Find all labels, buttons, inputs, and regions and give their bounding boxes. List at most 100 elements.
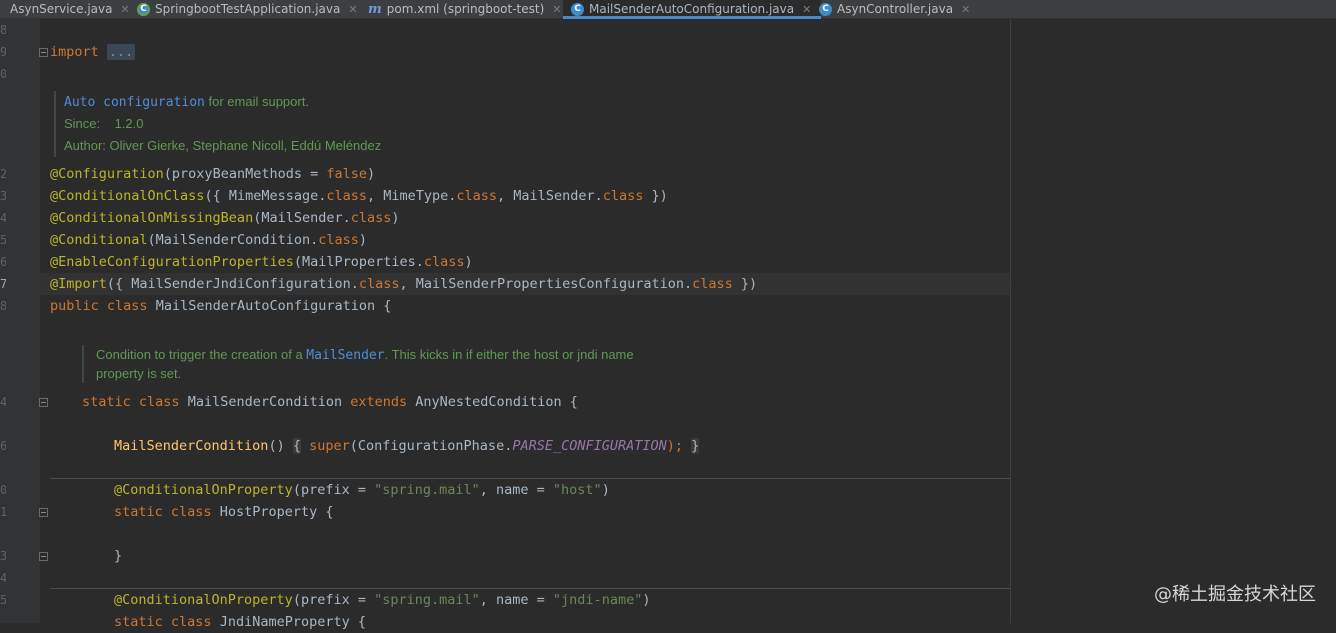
close-icon[interactable]: ✕ <box>552 3 561 16</box>
code-line-current[interactable]: @Import({ MailSenderJndiConfiguration.cl… <box>50 273 757 295</box>
keyword: class <box>138 394 180 410</box>
keyword: class <box>602 188 644 204</box>
maven-icon: m <box>368 1 382 17</box>
constant: PARSE_CONFIGURATION <box>512 438 667 454</box>
code-line[interactable]: @Configuration(proxyBeanMethods = false) <box>50 163 375 185</box>
folded-imports[interactable]: ... <box>106 44 136 60</box>
tab-label: MailSenderAutoConfiguration.java <box>589 2 795 16</box>
code-text: () <box>268 438 285 454</box>
javadoc-rendered: Auto configuration for email support. Si… <box>54 91 381 157</box>
fold-toggle-icon[interactable] <box>39 48 48 57</box>
annotation: @ConditionalOnProperty <box>114 482 293 498</box>
keyword: extends <box>350 394 408 410</box>
code-line[interactable]: @ConditionalOnProperty(prefix = "spring.… <box>114 479 610 501</box>
code-text: (MailSender. <box>253 210 351 226</box>
keyword: class <box>326 188 367 204</box>
line-number: 3 <box>0 549 6 563</box>
code-line[interactable]: @ConditionalOnClass({ MimeMessage.class,… <box>50 185 668 207</box>
tab-pom-xml[interactable]: m pom.xml (springboot-test) ✕ <box>368 0 562 18</box>
string-literal: "jndi-name" <box>552 592 643 608</box>
watermark: @稀土掘金技术社区 <box>1154 584 1316 605</box>
code-text: ); <box>666 438 684 454</box>
line-number: 0 <box>0 67 6 81</box>
code-line[interactable]: @Conditional(MailSenderCondition.class) <box>50 229 367 251</box>
close-icon[interactable]: ✕ <box>120 3 129 16</box>
doc-code: Auto configuration <box>64 95 205 110</box>
keyword: class <box>350 210 392 226</box>
tab-mailsenderautoconfiguration[interactable]: C MailSenderAutoConfiguration.java ✕ <box>563 0 822 19</box>
code-line[interactable]: static class HostProperty { <box>114 501 333 523</box>
line-number: 3 <box>0 189 6 203</box>
code-line[interactable]: } <box>114 545 122 567</box>
code-text: } <box>114 548 123 564</box>
line-number-current: 7 <box>0 277 6 291</box>
code-text: JndiNameProperty { <box>211 614 366 630</box>
code-line[interactable]: static class JndiNameProperty { <box>114 611 366 633</box>
code-text: ) <box>642 592 651 608</box>
annotation: @ConditionalOnClass <box>50 188 205 204</box>
tab-label: SpringbootTestApplication.java <box>155 2 341 16</box>
code-line-import[interactable]: import ... <box>50 41 136 63</box>
javadoc-rendered: Condition to trigger the creation of a M… <box>82 345 634 383</box>
line-number: 6 <box>0 439 6 453</box>
code-line[interactable]: public class MailSenderAutoConfiguration… <box>50 295 391 317</box>
editor-gutter[interactable] <box>0 19 40 623</box>
brace: } <box>691 438 700 454</box>
tab-label: AsynService.java <box>10 2 113 16</box>
keyword: static <box>82 394 131 410</box>
code-text: (MailSenderCondition. <box>147 232 319 248</box>
code-line[interactable]: static class MailSenderCondition extends… <box>82 391 578 413</box>
code-text: ) <box>367 166 376 182</box>
annotation: @Import <box>50 276 107 292</box>
fold-toggle-icon[interactable] <box>39 508 48 517</box>
tab-asynservice[interactable]: AsynService.java ✕ <box>2 0 130 18</box>
line-number: 8 <box>0 23 6 37</box>
tab-label: pom.xml (springboot-test) <box>386 2 545 16</box>
code-text: , MailSender. <box>497 188 603 204</box>
close-icon[interactable]: ✕ <box>961 3 970 16</box>
keyword: false <box>326 166 367 182</box>
code-text: , MailSenderPropertiesConfiguration. <box>399 276 693 292</box>
close-icon[interactable]: ✕ <box>348 3 357 16</box>
code-text: , name = <box>479 482 553 498</box>
doc-text: Condition to trigger the creation of a <box>96 347 307 362</box>
string-literal: "spring.mail" <box>374 592 480 608</box>
line-number: 5 <box>0 593 6 607</box>
fold-toggle-icon[interactable] <box>39 552 48 561</box>
code-line[interactable]: @EnableConfigurationProperties(MailPrope… <box>50 251 473 273</box>
code-line[interactable]: @ConditionalOnMissingBean(MailSender.cla… <box>50 207 400 229</box>
code-text: }) <box>732 276 758 292</box>
keyword: class <box>423 254 465 270</box>
keyword: class <box>106 298 148 314</box>
code-line[interactable]: @ConditionalOnProperty(prefix = "spring.… <box>114 589 650 611</box>
code-text: MailSenderAutoConfiguration { <box>147 298 392 314</box>
line-number: 4 <box>0 395 6 409</box>
tab-asyncontroller[interactable]: C AsynController.java ✕ <box>819 0 970 18</box>
code-text: ) <box>601 482 610 498</box>
doc-text: . This kicks in if either the host or jn… <box>384 347 634 362</box>
line-number: 0 <box>0 483 6 497</box>
keyword: class <box>170 614 212 630</box>
keyword: class <box>318 232 359 248</box>
code-text: AnyNestedCondition { <box>407 394 578 410</box>
line-number: 4 <box>0 571 6 585</box>
tab-springboottestapplication[interactable]: C SpringbootTestApplication.java ✕ <box>137 0 358 18</box>
line-number: 9 <box>0 45 6 59</box>
class-icon: C <box>819 2 832 16</box>
code-line[interactable]: MailSenderCondition() { super(Configurat… <box>114 435 700 457</box>
doc-text: property is set. <box>96 366 182 381</box>
code-text: (prefix = <box>292 482 375 498</box>
code-text: , name = <box>479 592 553 608</box>
fold-toggle-icon[interactable] <box>39 398 48 407</box>
string-literal: "spring.mail" <box>374 482 480 498</box>
annotation: @EnableConfigurationProperties <box>50 254 294 270</box>
annotation: @Conditional <box>50 232 148 248</box>
annotation: @ConditionalOnMissingBean <box>50 210 254 226</box>
keyword: super <box>309 438 350 454</box>
keyword: import <box>50 44 99 60</box>
keyword: static <box>114 504 163 520</box>
close-icon[interactable]: ✕ <box>802 3 811 16</box>
tab-label: AsynController.java <box>837 2 954 16</box>
annotation: @Configuration <box>50 166 164 182</box>
keyword: class <box>170 504 212 520</box>
